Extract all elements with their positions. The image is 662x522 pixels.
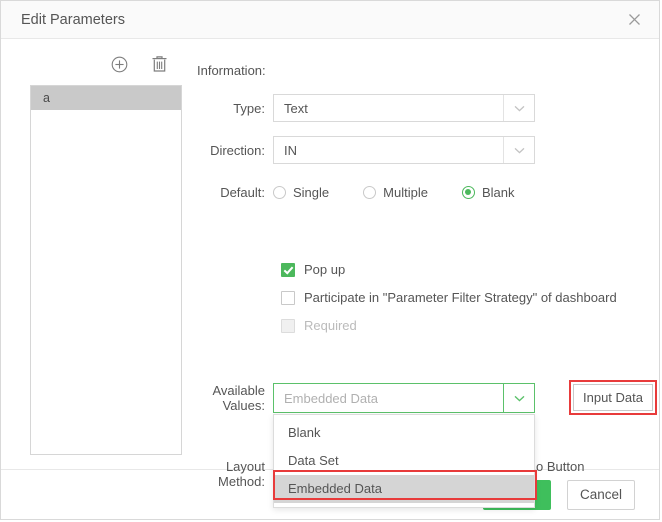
dialog-body: a Information: Type: Text: [1, 39, 659, 469]
checkbox-popup[interactable]: Pop up: [281, 262, 659, 277]
available-values-label: Available Values:: [191, 383, 273, 413]
chevron-down-icon[interactable]: [503, 384, 534, 412]
parameter-list[interactable]: a: [30, 85, 182, 455]
checkbox-required: Required: [281, 318, 659, 333]
type-label: Type:: [191, 101, 273, 116]
checkbox-checked-icon: [281, 263, 295, 277]
dropdown-option-embedded-data[interactable]: Embedded Data: [274, 475, 534, 503]
available-values-select-value: Embedded Data: [274, 391, 503, 406]
checkbox-participate-filter-strategy[interactable]: Participate in "Parameter Filter Strateg…: [281, 290, 659, 305]
parameter-list-panel: a: [1, 39, 191, 469]
chevron-down-icon[interactable]: [503, 137, 534, 163]
direction-label: Direction:: [191, 143, 273, 158]
dialog-titlebar: Edit Parameters: [1, 1, 659, 39]
dropdown-option-blank[interactable]: Blank: [274, 419, 534, 447]
type-select[interactable]: Text: [273, 94, 535, 122]
checkbox-icon: [281, 291, 295, 305]
type-select-value: Text: [274, 101, 503, 116]
layout-method-value-wrap: o Button: [536, 459, 584, 474]
default-row: Default: Single Multiple Blank: [191, 180, 659, 204]
dropdown-option-data-set[interactable]: Data Set: [274, 447, 534, 475]
radio-label: Blank: [482, 185, 515, 200]
available-values-dropdown[interactable]: Blank Data Set Embedded Data: [273, 414, 535, 508]
default-radio-group: Single Multiple Blank: [273, 185, 548, 200]
checkbox-disabled-icon: [281, 319, 295, 333]
layout-method-row: Layout Method:: [191, 459, 273, 489]
chevron-down-icon[interactable]: [503, 95, 534, 121]
list-item[interactable]: a: [31, 86, 181, 110]
direction-row: Direction: IN: [191, 134, 659, 166]
close-icon[interactable]: [623, 9, 645, 31]
layout-method-value: o Button: [536, 459, 584, 474]
radio-option-multiple[interactable]: Multiple: [363, 185, 428, 200]
radio-circle-icon: [273, 186, 286, 199]
type-row: Type: Text: [191, 92, 659, 124]
dialog-title: Edit Parameters: [21, 12, 623, 28]
direction-select-value: IN: [274, 143, 503, 158]
information-row: Information:: [191, 56, 659, 84]
parameter-detail-panel: Information: Type: Text Direction:: [191, 39, 659, 469]
parameter-list-toolbar: [1, 51, 191, 77]
cancel-button[interactable]: Cancel: [567, 480, 635, 510]
radio-label: Multiple: [383, 185, 428, 200]
radio-label: Single: [293, 185, 329, 200]
radio-option-single[interactable]: Single: [273, 185, 329, 200]
available-values-row: Available Values: Embedded Data: [191, 383, 535, 413]
checkbox-label: Required: [304, 318, 357, 333]
default-label: Default:: [191, 185, 273, 200]
edit-parameters-dialog: Edit Parameters: [0, 0, 660, 520]
input-data-button[interactable]: Input Data: [573, 384, 653, 411]
radio-circle-icon: [363, 186, 376, 199]
direction-select[interactable]: IN: [273, 136, 535, 164]
plus-circle-icon[interactable]: [109, 54, 129, 74]
checkbox-label: Pop up: [304, 262, 345, 277]
options-checkbox-group: Pop up Participate in "Parameter Filter …: [281, 262, 659, 333]
available-values-select[interactable]: Embedded Data: [273, 383, 535, 413]
checkbox-label: Participate in "Parameter Filter Strateg…: [304, 290, 617, 305]
information-label: Information:: [197, 63, 266, 78]
trash-icon[interactable]: [149, 54, 169, 74]
input-data-highlight: Input Data: [569, 380, 657, 415]
radio-option-blank[interactable]: Blank: [462, 185, 515, 200]
layout-method-label: Layout Method:: [191, 459, 273, 489]
radio-circle-checked-icon: [462, 186, 475, 199]
